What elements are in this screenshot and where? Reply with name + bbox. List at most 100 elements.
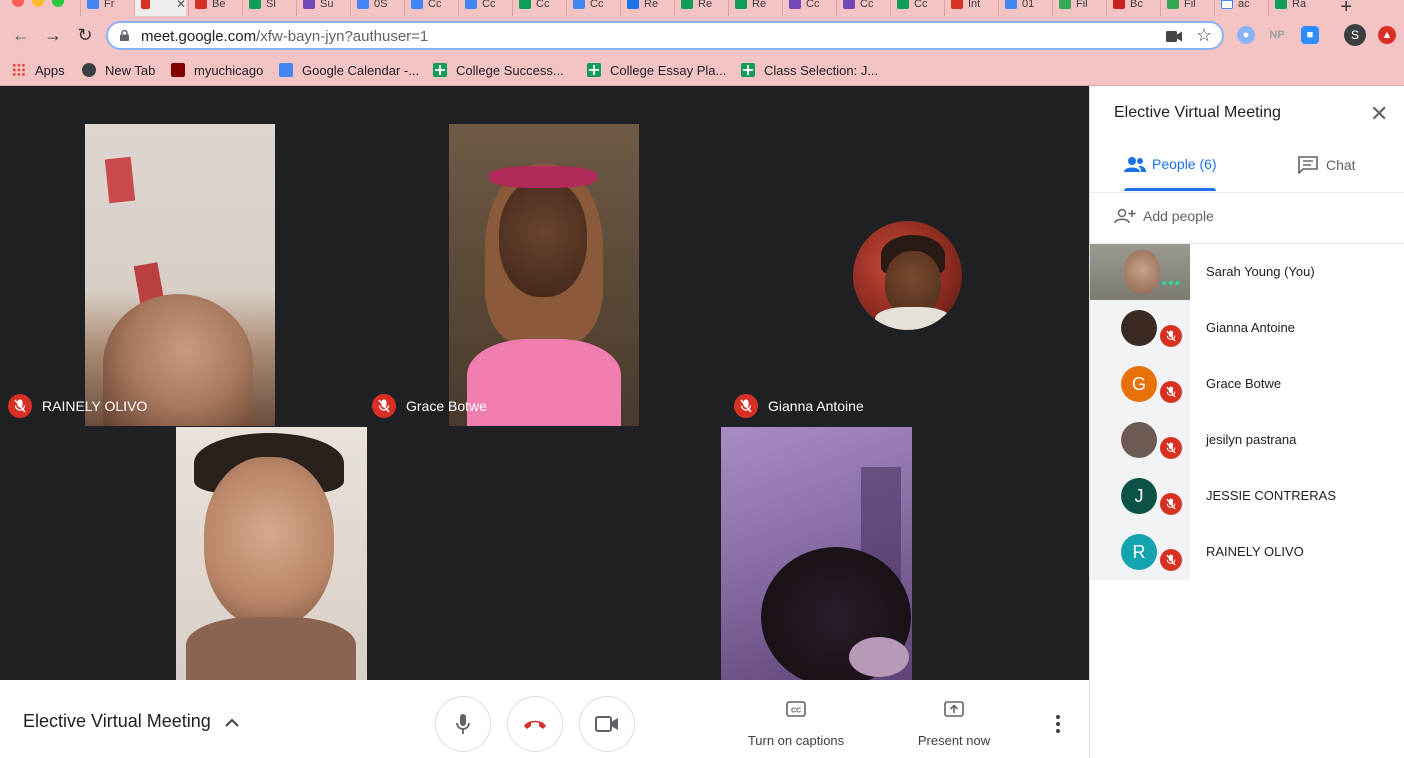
tab-favicon-icon	[1221, 0, 1233, 9]
profile-avatar[interactable]: S	[1344, 24, 1366, 46]
avatar: J	[1121, 478, 1157, 514]
bookmark-label: Google Calendar -...	[302, 62, 420, 78]
camera-button[interactable]	[579, 696, 635, 752]
meeting-title[interactable]: Elective Virtual Meeting	[23, 711, 211, 732]
browser-tab[interactable]: Cc	[836, 0, 888, 16]
participant-row[interactable]: G Grace Botwe	[1090, 356, 1404, 412]
participant-row[interactable]: R RAINELY OLIVO	[1090, 524, 1404, 580]
add-people-button[interactable]: Add people	[1114, 208, 1214, 224]
tab-favicon-icon	[1059, 0, 1071, 9]
present-now-label: Present now	[917, 733, 991, 748]
browser-tab[interactable]: Cc	[890, 0, 942, 16]
participant-tile[interactable]	[721, 427, 912, 680]
zoom-extension-icon[interactable]: ■	[1301, 26, 1319, 44]
bookmark-star-icon[interactable]: ☆	[1196, 25, 1212, 46]
participant-row[interactable]: Gianna Antoine	[1090, 300, 1404, 356]
new-tab-plus-icon[interactable]: +	[1340, 0, 1352, 16]
camera-permission-icon[interactable]	[1166, 31, 1182, 42]
bookmark-item[interactable]: College Success...	[433, 60, 564, 80]
captions-label: Turn on captions	[747, 733, 845, 748]
browser-tab[interactable]: Su	[296, 0, 348, 16]
browser-tab[interactable]: ac	[1214, 0, 1266, 16]
browser-tab[interactable]: 01	[998, 0, 1050, 16]
forward-icon[interactable]: →	[41, 23, 65, 47]
bookmark-item[interactable]: New Tab	[82, 60, 155, 80]
browser-tab[interactable]: Be	[188, 0, 240, 16]
closed-captions-icon: CC	[786, 701, 806, 717]
participant-nametag: Grace Botwe	[372, 394, 487, 418]
mic-off-icon	[8, 394, 32, 418]
browser-tab[interactable]: ✕	[134, 0, 186, 16]
participant-avatar-cell	[1090, 300, 1190, 356]
bookmark-item[interactable]: myuchicago	[171, 60, 263, 80]
browser-tab[interactable]: Fil	[1052, 0, 1104, 16]
participant-avatar-cell: R	[1090, 524, 1190, 580]
browser-tab[interactable]: Cc	[566, 0, 618, 16]
sheets-icon	[433, 63, 447, 77]
bookmark-label: Apps	[35, 62, 65, 78]
browser-tab[interactable]: Cc	[404, 0, 456, 16]
more-options-icon[interactable]	[1048, 714, 1068, 734]
browser-tab[interactable]: Sl	[242, 0, 294, 16]
participant-avatar-cell: G	[1090, 356, 1190, 412]
window-zoom-dot[interactable]	[52, 0, 64, 7]
bookmark-item[interactable]: Apps	[12, 60, 65, 80]
participant-name: Gianna Antoine	[1206, 320, 1295, 335]
participant-avatar-cell: J	[1090, 468, 1190, 524]
browser-tab[interactable]: Re	[674, 0, 726, 16]
browser-tab[interactable]: Cc	[782, 0, 834, 16]
browser-tab[interactable]: Int	[944, 0, 996, 16]
window-close-dot[interactable]	[12, 0, 24, 7]
participant-row[interactable]: J JESSIE CONTRERAS	[1090, 468, 1404, 524]
bookmark-item[interactable]: Google Calendar -...	[279, 60, 419, 80]
participant-tile[interactable]	[176, 427, 367, 680]
browser-tab[interactable]: Fil	[1160, 0, 1212, 16]
tab-title: Be	[212, 0, 226, 8]
tab-favicon-icon	[735, 0, 747, 9]
tab-people[interactable]: People (6)	[1124, 156, 1217, 172]
extension-np-icon[interactable]: NP	[1266, 26, 1288, 44]
participant-name: jesilyn pastrana	[1206, 432, 1297, 447]
bookmark-item[interactable]: Class Selection: J...	[741, 60, 878, 80]
tab-favicon-icon	[681, 0, 693, 9]
window-minimize-dot[interactable]	[32, 0, 44, 7]
browser-tab[interactable]: Re	[620, 0, 672, 16]
avatar: G	[1121, 366, 1157, 402]
address-bar[interactable]: meet.google.com/xfw-bayn-jyn?authuser=1 …	[106, 21, 1224, 50]
tab-title: Cc	[482, 0, 496, 8]
reload-icon[interactable]: ↻	[73, 23, 97, 47]
browser-tab[interactable]: Ra	[1268, 0, 1320, 16]
participant-avatar-cell	[1090, 244, 1190, 300]
avatar	[1121, 422, 1157, 458]
captions-button[interactable]: CC Turn on captions	[736, 700, 856, 748]
mic-off-icon	[372, 394, 396, 418]
close-icon[interactable]: ✕	[1370, 103, 1388, 125]
browser-tab[interactable]: Re	[728, 0, 780, 16]
participant-row[interactable]: Sarah Young (You)	[1090, 244, 1404, 300]
chevron-up-icon[interactable]	[225, 718, 239, 728]
people-icon	[1124, 157, 1146, 172]
browser-tab[interactable]: Cc	[458, 0, 510, 16]
back-icon[interactable]: ←	[9, 23, 33, 47]
extension-blue-icon[interactable]: ●	[1237, 26, 1255, 44]
browser-tab[interactable]: Fr	[80, 0, 132, 16]
participant-row[interactable]: jesilyn pastrana	[1090, 412, 1404, 468]
participant-tile[interactable]: Grace Botwe	[364, 124, 727, 426]
participant-tile[interactable]: Gianna Antoine	[727, 124, 1089, 426]
participant-name: Grace Botwe	[1206, 376, 1282, 391]
leave-call-button[interactable]	[507, 696, 563, 752]
browser-tab[interactable]: Bc	[1106, 0, 1158, 16]
update-extension-icon[interactable]: ▲	[1378, 26, 1396, 44]
browser-tab[interactable]: 0S	[350, 0, 402, 16]
microphone-button[interactable]	[435, 696, 491, 752]
tab-title: Cc	[590, 0, 604, 8]
tab-close-icon[interactable]: ✕	[176, 0, 186, 10]
participant-tile[interactable]: RAINELY OLIVO	[0, 124, 364, 426]
participant-name: RAINELY OLIVO	[42, 398, 148, 414]
tab-chat[interactable]: Chat	[1298, 156, 1356, 174]
bookmark-item[interactable]: College Essay Pla...	[587, 60, 726, 80]
browser-tab[interactable]: Cc	[512, 0, 564, 16]
tab-favicon-icon	[87, 0, 99, 9]
present-now-button[interactable]: Present now	[894, 700, 1014, 748]
tab-favicon-icon	[303, 0, 315, 9]
